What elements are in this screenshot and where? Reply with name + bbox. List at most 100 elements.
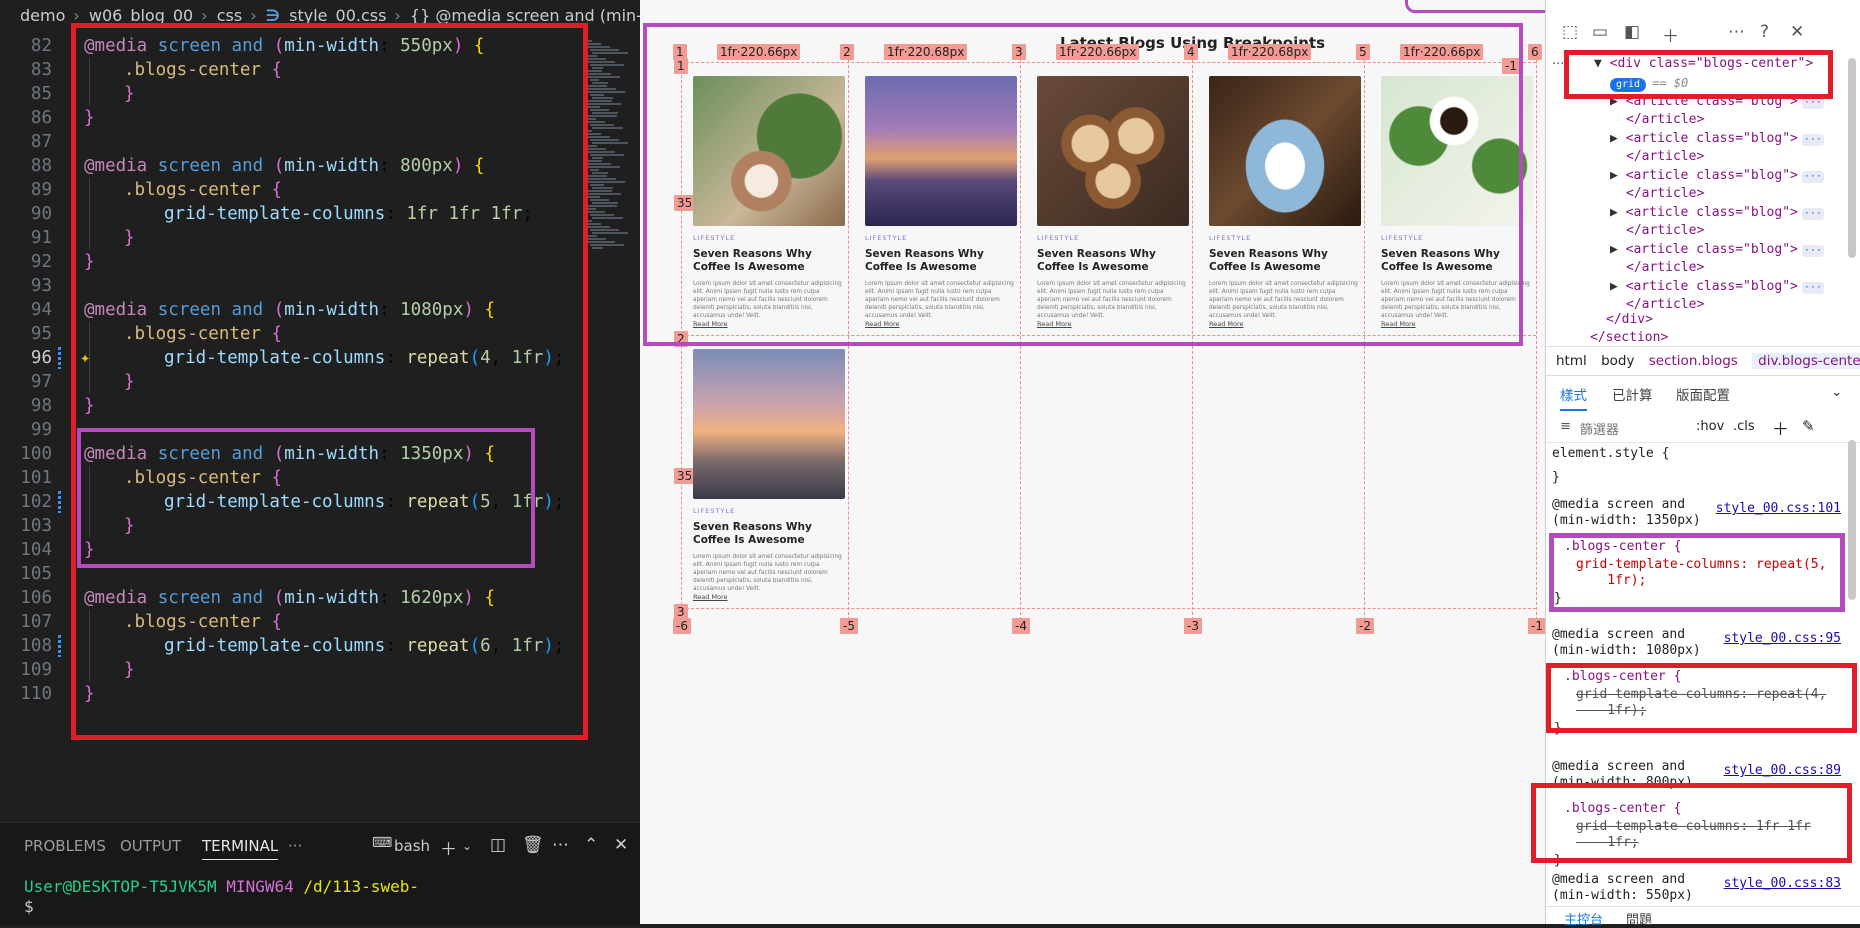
tab-issues[interactable]: 問題 [1626, 909, 1652, 928]
crumb-div[interactable]: div.blogs-center [1752, 353, 1860, 369]
tab-problems[interactable]: PROBLEMS [24, 837, 106, 855]
help-icon[interactable]: ? [1760, 22, 1769, 42]
minimap-line [590, 49, 619, 51]
tab-output[interactable]: OUTPUT [120, 837, 181, 855]
dom-node-article[interactable]: ▶ <article class="blog"> ··· [1610, 168, 1824, 186]
grid-column-number-negative: -5 [840, 618, 858, 634]
minimap-line [588, 226, 610, 228]
minimap-line [590, 169, 599, 171]
filter-input[interactable]: 篩選器 [1580, 419, 1619, 438]
styles-scrollbar[interactable] [1848, 440, 1856, 600]
ellipsis-badge[interactable]: ··· [1801, 245, 1824, 257]
minimap-line [592, 202, 618, 204]
minimap-line [588, 211, 605, 213]
line-number: 91 [30, 228, 52, 248]
dom-scrollbar[interactable] [1848, 58, 1856, 258]
device-toggle-icon[interactable]: ▭ [1592, 22, 1608, 42]
stylesheet-link[interactable]: style_00.css:101 [1716, 501, 1841, 516]
ellipsis-badge[interactable]: ··· [1801, 171, 1824, 183]
cls-button[interactable]: .cls [1733, 419, 1755, 434]
minimap-line [586, 193, 621, 195]
dom-node-article[interactable]: ▶ <article class="blog"> ··· [1610, 131, 1824, 149]
dom-node-article[interactable]: ▶ <article class="blog"> ··· [1610, 205, 1824, 223]
brush-icon[interactable]: ✎ [1802, 417, 1815, 435]
minimap-line [588, 136, 610, 138]
prompt-path: /d/113-sweb- [303, 877, 419, 896]
expand-arrow-icon[interactable]: ▶ [1610, 168, 1626, 183]
minimap-line [588, 166, 620, 168]
tab-styles[interactable]: 樣式 [1560, 384, 1587, 411]
close-icon[interactable]: ✕ [1790, 22, 1804, 42]
line-number: 99 [30, 420, 52, 440]
inspect-icon[interactable]: ⬚ [1562, 22, 1578, 42]
minimap-line [590, 214, 614, 216]
ellipsis-badge[interactable]: ··· [1801, 282, 1824, 294]
dom-node-article-close: </article> [1626, 186, 1704, 204]
tab-terminal[interactable]: TERMINAL [202, 837, 279, 860]
grid-column-number-negative: -2 [1356, 618, 1374, 634]
minimap-line [584, 190, 612, 192]
stylesheet-link[interactable]: style_00.css:83 [1724, 876, 1841, 891]
grid-row-number: 3 [674, 604, 688, 620]
crumb-html[interactable]: html [1556, 353, 1587, 369]
more-icon[interactable]: ⋯ [1728, 22, 1745, 42]
expand-arrow-icon[interactable]: ▶ [1610, 279, 1626, 294]
ellipsis-badge[interactable]: ··· [1801, 134, 1824, 146]
minimap-line [588, 196, 600, 198]
grid-column-number: 6 [1528, 44, 1542, 60]
highlight-box-red [1531, 783, 1852, 863]
stylesheet-link[interactable]: style_00.css:95 [1724, 631, 1841, 646]
more-actions-icon[interactable]: ⋯ [552, 835, 569, 855]
dom-tag-text: <article class="blog"> [1625, 168, 1798, 183]
more-actions-icon[interactable]: ··· [1552, 57, 1564, 72]
shell-name[interactable]: bash [394, 837, 430, 855]
dom-node-article-close: </article> [1626, 260, 1704, 278]
minimap[interactable] [584, 40, 640, 260]
line-number: 103 [20, 516, 52, 536]
new-rule-icon[interactable]: ＋ [1772, 415, 1789, 440]
expand-arrow-icon[interactable]: ▶ [1610, 131, 1626, 146]
tab-layout[interactable]: 版面配置 [1676, 384, 1730, 404]
minimap-line [592, 112, 618, 114]
dom-breadcrumb: html body section.blogs div.blogs-center [1546, 346, 1860, 376]
dom-node-article[interactable]: ▶ <article class="blog"> ··· [1610, 279, 1824, 297]
maximize-panel-icon[interactable]: ⌃ [584, 835, 598, 855]
trash-icon[interactable]: 🗑 [522, 835, 544, 855]
hov-button[interactable]: :hov [1696, 419, 1724, 434]
line-number: 104 [20, 540, 52, 560]
crumb-section[interactable]: section.blogs [1649, 353, 1738, 369]
highlight-box-red [1564, 50, 1833, 99]
ellipsis-badge[interactable]: ··· [1801, 208, 1824, 220]
expand-arrow-icon[interactable]: ▶ [1610, 242, 1626, 257]
chevron-down-icon[interactable]: ⌄ [1831, 384, 1842, 400]
line-number: 95 [30, 324, 52, 344]
tab-console[interactable]: 主控台 [1564, 909, 1603, 928]
read-more-link[interactable]: Read More [693, 593, 728, 601]
dom-tag-text: </article> [1626, 223, 1705, 238]
stylesheet-link[interactable]: style_00.css:89 [1724, 763, 1841, 778]
tab-computed[interactable]: 已計算 [1612, 384, 1653, 404]
add-terminal-icon[interactable]: ＋ [440, 835, 457, 860]
chevron-down-icon[interactable]: ⌄ [462, 839, 472, 853]
expand-arrow-icon[interactable]: ▶ [1610, 205, 1626, 220]
breadcrumb-item[interactable]: demo [20, 0, 65, 32]
terminal-prompt[interactable]: User@DESKTOP-T5JVK5M MINGW64 /d/113-sweb… [24, 877, 419, 896]
add-tab-icon[interactable]: ＋ [1662, 22, 1679, 47]
blog-title[interactable]: Seven Reasons Why Coffee Is Awesome [693, 521, 845, 547]
dom-node-article[interactable]: ▶ <article class="blog"> ··· [1610, 242, 1824, 260]
element-style-rule[interactable]: element.style { [1552, 446, 1669, 462]
sidebar-icon[interactable]: ◧ [1624, 22, 1640, 42]
minimap-line [592, 67, 603, 69]
more-tabs-icon[interactable]: ··· [288, 837, 302, 855]
close-panel-icon[interactable]: ✕ [614, 835, 628, 855]
minimap-line [590, 124, 614, 126]
dom-tag-text: <article class="blog"> [1625, 279, 1798, 294]
crumb-body[interactable]: body [1601, 353, 1634, 369]
dom-tag-text: </article> [1626, 297, 1705, 312]
terminal-cursor-line[interactable]: $ [24, 897, 34, 916]
dom-tag-text: </section> [1590, 330, 1669, 345]
minimap-line [592, 97, 613, 99]
minimap-line [586, 163, 611, 165]
devtools-panel: ⬚ ▭ ◧ ＋ ⋯ ? ✕ ▼ <div class="blogs-center… [1531, 0, 1860, 928]
split-terminal-icon[interactable]: ◫ [490, 835, 506, 855]
